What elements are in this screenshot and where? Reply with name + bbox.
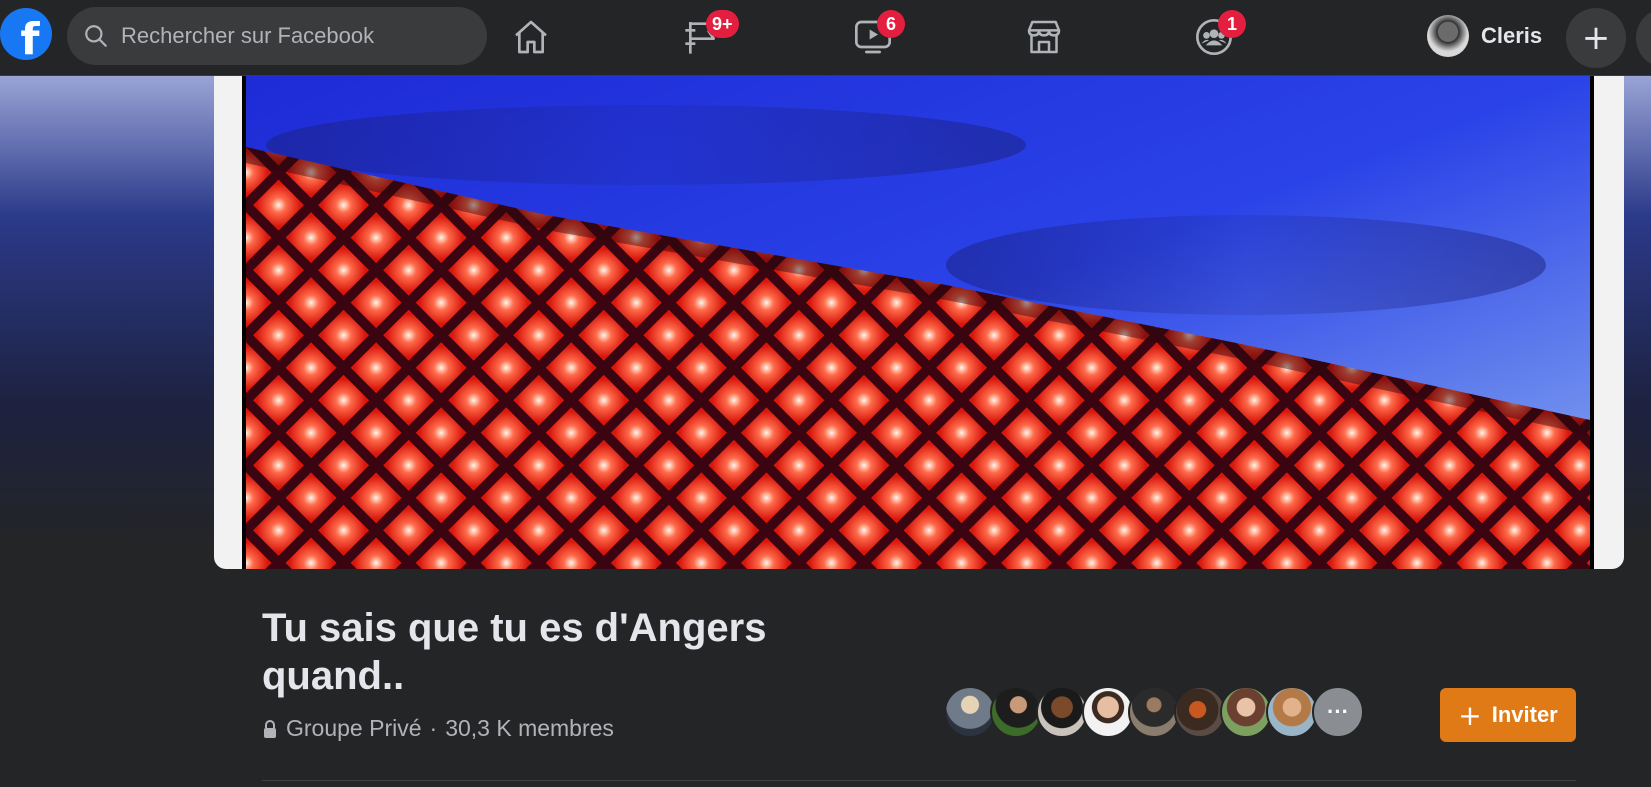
avatar[interactable] bbox=[1128, 686, 1180, 738]
group-member-count[interactable]: 30,3 K membres bbox=[445, 715, 614, 742]
group-title: Tu sais que tu es d'Angers quand.. bbox=[262, 606, 767, 698]
create-button[interactable]: + bbox=[1566, 8, 1626, 68]
avatar[interactable] bbox=[1174, 686, 1226, 738]
top-navigation-bar: f 9+ 6 bbox=[0, 0, 1651, 76]
invite-button[interactable]: + Inviter bbox=[1440, 688, 1576, 742]
search-box[interactable] bbox=[67, 7, 487, 65]
group-privacy[interactable]: Groupe Privé bbox=[286, 715, 422, 742]
nav-marketplace[interactable] bbox=[994, 10, 1094, 64]
cover-photo[interactable] bbox=[214, 75, 1624, 569]
profile-name: Cleris bbox=[1481, 23, 1543, 48]
watch-notification-badge: 6 bbox=[877, 10, 905, 38]
meta-separator: · bbox=[429, 715, 438, 741]
groups-notification-badge: 1 bbox=[1218, 10, 1246, 38]
facebook-logo-icon[interactable]: f bbox=[0, 8, 52, 60]
stadium-facade-image bbox=[246, 75, 1590, 569]
avatar[interactable] bbox=[990, 686, 1042, 738]
more-members-button[interactable]: ··· bbox=[1312, 686, 1364, 738]
avatar[interactable] bbox=[1036, 686, 1088, 738]
group-meta: Groupe Privé · 30,3 K membres bbox=[262, 715, 614, 742]
invite-label: Inviter bbox=[1491, 702, 1558, 727]
avatar[interactable] bbox=[944, 686, 996, 738]
pages-notification-badge: 9+ bbox=[706, 10, 739, 38]
search-input[interactable] bbox=[119, 22, 453, 50]
menu-button[interactable] bbox=[1636, 8, 1651, 68]
home-icon bbox=[515, 20, 547, 54]
divider bbox=[262, 780, 1576, 781]
nav-groups[interactable]: 1 bbox=[1164, 10, 1264, 64]
avatar[interactable] bbox=[1266, 686, 1318, 738]
nav-pages[interactable]: 9+ bbox=[652, 10, 752, 64]
avatar bbox=[1427, 15, 1469, 57]
plus-icon: + bbox=[1458, 698, 1482, 732]
member-avatars: ··· bbox=[944, 686, 1364, 740]
plus-icon: + bbox=[1581, 18, 1611, 58]
store-icon bbox=[1027, 20, 1061, 54]
avatar[interactable] bbox=[1082, 686, 1134, 738]
nav-home[interactable] bbox=[481, 10, 581, 64]
nav-watch[interactable]: 6 bbox=[823, 10, 923, 64]
cover-image bbox=[242, 75, 1594, 569]
lock-icon bbox=[264, 719, 276, 738]
avatar[interactable] bbox=[1220, 686, 1272, 738]
search-icon bbox=[85, 25, 107, 47]
profile-link[interactable]: Cleris bbox=[1427, 14, 1542, 58]
